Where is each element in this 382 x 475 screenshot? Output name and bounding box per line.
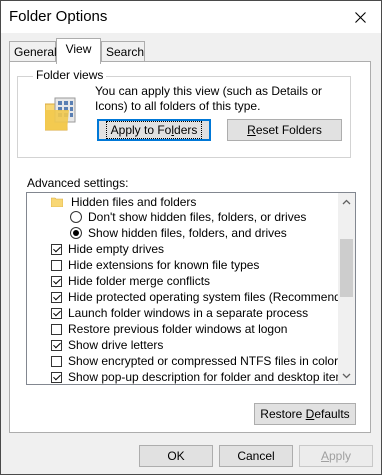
tab-general[interactable]: General [9, 41, 57, 61]
tab-view[interactable]: View [56, 38, 101, 64]
scrollbar-thumb[interactable] [340, 239, 353, 297]
window-title: Folder Options [9, 8, 108, 25]
checkbox-show-encrypted-color[interactable] [51, 355, 62, 367]
chevron-up-icon [342, 199, 351, 204]
list-item-show-popup-description[interactable]: Show pop-up description for folder and d… [51, 369, 352, 384]
cancel-button[interactable]: Cancel [219, 445, 293, 467]
scroll-up-button[interactable] [338, 193, 355, 210]
list-item-dont-show-hidden[interactable]: Don't show hidden files, folders, or dri… [70, 209, 306, 225]
checkbox-hide-empty-drives[interactable] [51, 243, 62, 255]
folder-view-icon [45, 97, 76, 131]
advanced-settings-label: Advanced settings: [27, 176, 129, 190]
advanced-settings-list[interactable]: Hidden files and folders Don't show hidd… [26, 192, 356, 385]
list-item-hide-merge-conflicts[interactable]: Hide folder merge conflicts [51, 273, 210, 289]
list-item-separate-process[interactable]: Launch folder windows in a separate proc… [51, 305, 308, 321]
list-item-restore-windows[interactable]: Restore previous folder windows at logon [51, 321, 287, 337]
checkbox-hide-protected-files[interactable] [51, 291, 62, 303]
folder-views-description: You can apply this view (such as Details… [95, 84, 323, 113]
reset-folders-button[interactable]: Reset Folders [227, 119, 342, 141]
checkbox-show-drive-letters[interactable] [51, 339, 62, 351]
title-bar: Folder Options [1, 1, 381, 33]
checkbox-separate-process[interactable] [51, 307, 62, 319]
close-button[interactable] [339, 1, 381, 33]
checkbox-hide-extensions[interactable] [51, 259, 62, 271]
scroll-down-button[interactable] [338, 367, 355, 384]
list-item-hide-extensions[interactable]: Hide extensions for known file types [51, 257, 259, 273]
radio-show-hidden[interactable] [70, 227, 82, 239]
folder-icon [51, 197, 63, 207]
close-icon [354, 11, 366, 23]
ok-button[interactable]: OK [139, 445, 213, 467]
tab-search[interactable]: Search [101, 41, 145, 61]
list-item-hide-protected-files[interactable]: Hide protected operating system files (R… [51, 289, 355, 305]
list-item-show-hidden[interactable]: Show hidden files, folders, and drives [70, 225, 287, 241]
list-item-show-drive-letters[interactable]: Show drive letters [51, 337, 163, 353]
vertical-scrollbar[interactable] [338, 193, 355, 384]
apply-to-folders-button[interactable]: Apply to Folders [97, 119, 211, 141]
list-item-hidden-files-folder: Hidden files and folders [51, 194, 196, 210]
list-item-hide-empty-drives[interactable]: Hide empty drives [51, 241, 164, 257]
checkbox-hide-merge-conflicts[interactable] [51, 275, 62, 287]
checkbox-restore-windows[interactable] [51, 323, 62, 335]
chevron-down-icon [342, 373, 351, 378]
apply-button[interactable]: Apply [299, 445, 373, 467]
radio-dont-show-hidden[interactable] [70, 211, 82, 223]
restore-defaults-button[interactable]: Restore Defaults [254, 403, 356, 425]
folder-options-window: Folder Options General View Search Folde… [0, 0, 382, 475]
list-item-show-encrypted-color[interactable]: Show encrypted or compressed NTFS files … [51, 353, 338, 369]
folder-views-label: Folder views [33, 68, 107, 82]
checkbox-show-popup-description[interactable] [51, 371, 62, 383]
